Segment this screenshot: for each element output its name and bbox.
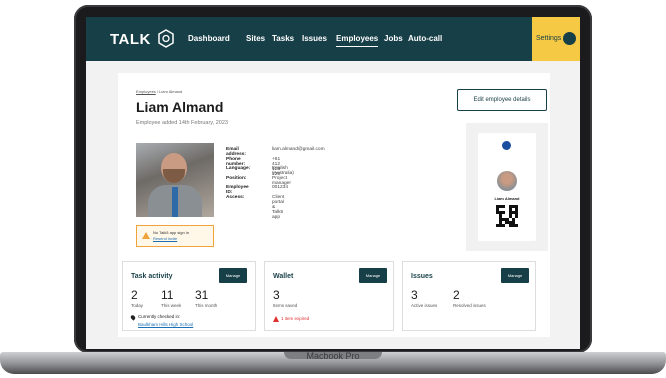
wallet-panel: Wallet Manage 3 Items saved 1 item expir… — [264, 261, 394, 331]
wallet-count: 3 — [273, 288, 280, 302]
nav-item-tasks[interactable]: Tasks — [272, 34, 294, 43]
stat-month-label: This month — [195, 303, 218, 308]
edit-employee-button[interactable]: Edit employee details — [457, 89, 547, 111]
id-card-name: Liam Almand — [494, 196, 520, 201]
nav-item-employees[interactable]: Employees — [336, 34, 379, 47]
wallet-manage-button[interactable]: Manage — [359, 268, 387, 283]
id-card: Liam Almand — [478, 133, 536, 241]
employee-added-date: Employee added 14th February, 2023 — [136, 120, 228, 126]
app-signin-alert: No Talk5 app sign in Resend invite — [136, 225, 214, 247]
alert-message: No Talk5 app sign in — [153, 230, 189, 235]
checked-in-site-link[interactable]: Baulkham Hills High School — [138, 322, 193, 327]
stat-week-label: This week — [161, 303, 182, 308]
task-activity-title: Task activity — [131, 273, 173, 280]
active-issues-label: Active issues — [411, 303, 438, 308]
nav-item-sites[interactable]: Sites — [246, 34, 265, 43]
issues-manage-button[interactable]: Manage — [501, 268, 529, 283]
employee-card: Employees / Liam Almand Liam Almand Empl… — [118, 73, 550, 337]
settings-label: Settings — [536, 35, 562, 42]
device-label: Macbook Pro — [306, 351, 360, 361]
top-nav: TALK Dashboard Sites Tasks Issues Employ… — [86, 17, 580, 61]
stat-month-value: 31 — [195, 288, 209, 302]
wallet-title: Wallet — [273, 273, 294, 280]
breadcrumb-current: Liam Almand — [159, 89, 183, 94]
app-screen: TALK Dashboard Sites Tasks Issues Employ… — [86, 17, 580, 349]
warning-icon — [142, 232, 150, 239]
stat-today-label: Today — [131, 303, 144, 308]
issues-panel: Issues Manage 3 Active issues 2 Resolved… — [402, 261, 536, 331]
page-title: Liam Almand — [136, 99, 224, 115]
active-issues-value: 3 — [411, 288, 418, 302]
location-pin-icon — [129, 314, 137, 321]
resolved-issues-label: Resolved issues — [453, 303, 486, 308]
wallet-items-label: Items saved — [273, 303, 298, 308]
stat-week-value: 11 — [161, 288, 174, 302]
nav-item-dashboard[interactable]: Dashboard — [188, 34, 230, 43]
user-avatar-icon — [563, 32, 576, 45]
nav-item-issues[interactable]: Issues — [302, 34, 327, 43]
issues-title: Issues — [411, 273, 433, 280]
checked-in-label: Currently checked in: — [138, 314, 181, 319]
stat-today-value: 2 — [131, 288, 138, 302]
task-activity-panel: Task activity Manage 2 Today 11 This wee… — [122, 261, 256, 331]
qr-code-icon — [496, 205, 518, 227]
laptop-mockup: TALK Dashboard Sites Tasks Issues Employ… — [0, 0, 666, 378]
resend-invite-link[interactable]: Resend invite — [153, 236, 189, 242]
id-card-preview: Liam Almand — [466, 123, 548, 251]
breadcrumb-employees-link[interactable]: Employees — [136, 89, 156, 94]
nav-item-jobs[interactable]: Jobs — [384, 34, 403, 43]
employee-photo — [136, 143, 214, 217]
wallet-expired-warning: 1 item expired — [281, 316, 310, 321]
logo-hex-icon — [158, 29, 174, 48]
nav-item-auto-call[interactable]: Auto-call — [408, 34, 442, 43]
company-logo-icon — [502, 141, 511, 150]
settings-button[interactable]: Settings — [532, 17, 580, 61]
task-activity-manage-button[interactable]: Manage — [219, 268, 247, 283]
resolved-issues-value: 2 — [453, 288, 460, 302]
breadcrumb: Employees / Liam Almand — [136, 89, 183, 94]
app-logo[interactable]: TALK — [110, 31, 151, 48]
id-card-photo — [497, 171, 517, 191]
warning-icon — [273, 316, 279, 322]
